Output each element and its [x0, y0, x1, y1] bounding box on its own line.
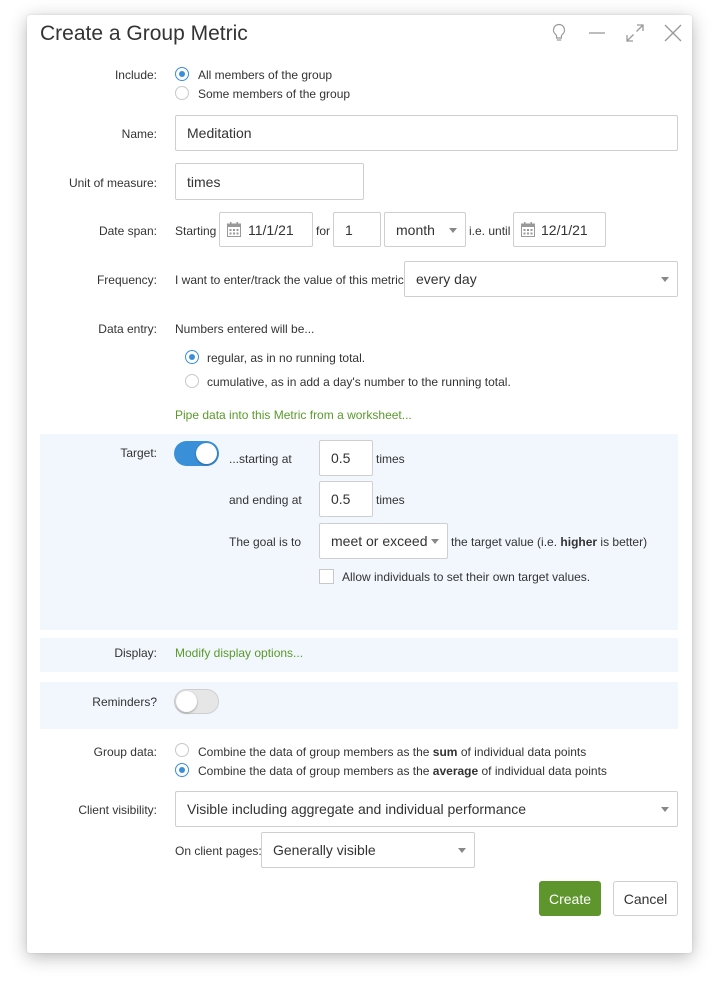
create-group-metric-dialog: Create a Group Metric Include: All membe…: [27, 15, 692, 953]
start-date-value: 11/1/21: [248, 221, 294, 238]
maximize-icon[interactable]: [623, 21, 647, 45]
allow-individuals-label: Allow individuals to set their own targe…: [342, 570, 591, 584]
include-all-radio[interactable]: [175, 67, 189, 81]
starting-label: Starting: [175, 224, 217, 238]
allow-individuals-checkbox[interactable]: [319, 569, 334, 584]
chevron-down-icon: [661, 277, 669, 282]
modify-display-link[interactable]: Modify display options...: [175, 646, 303, 660]
dialog-title: Create a Group Metric: [40, 22, 248, 45]
close-icon[interactable]: [661, 21, 685, 45]
data-entry-regular-radio[interactable]: [185, 350, 199, 364]
target-starting-label: ...starting at: [229, 452, 292, 466]
period-select[interactable]: month: [384, 212, 466, 247]
goal-select[interactable]: meet or exceed: [319, 523, 448, 559]
target-toggle[interactable]: [174, 441, 219, 466]
reminders-toggle[interactable]: [174, 689, 219, 714]
include-some-label: Some members of the group: [198, 87, 351, 101]
display-label: Display:: [114, 646, 157, 660]
group-data-label: Group data:: [93, 745, 157, 759]
frequency-label: Frequency:: [96, 273, 157, 287]
chevron-down-icon: [661, 807, 669, 812]
client-pages-label: On client pages:: [175, 844, 262, 858]
client-visibility-value: Visible including aggregate and individu…: [187, 801, 527, 817]
lightbulb-icon[interactable]: [547, 21, 571, 45]
include-all-label: All members of the group: [198, 68, 333, 82]
group-data-average-radio[interactable]: [175, 763, 189, 777]
end-date-value: 12/1/21: [541, 221, 588, 238]
chevron-down-icon: [431, 539, 439, 544]
client-pages-value: Generally visible: [273, 842, 376, 858]
count-input[interactable]: 1: [333, 212, 381, 247]
for-label: for: [316, 224, 331, 238]
until-label: i.e. until: [469, 224, 511, 238]
goal-suffix: the target value (i.e. higher is better): [451, 535, 648, 549]
calendar-icon: [227, 222, 241, 240]
calendar-icon: [521, 222, 535, 240]
group-data-average-label: Combine the data of group members as the…: [198, 764, 607, 778]
client-visibility-select[interactable]: Visible including aggregate and individu…: [175, 791, 678, 827]
frequency-value: every day: [416, 271, 477, 287]
group-data-sum-radio[interactable]: [175, 743, 189, 757]
chevron-down-icon: [449, 227, 457, 233]
minimize-icon[interactable]: [585, 21, 609, 45]
data-entry-label: Data entry:: [98, 322, 157, 336]
client-pages-select[interactable]: Generally visible: [261, 832, 475, 868]
cancel-button[interactable]: Cancel: [613, 881, 678, 916]
date-span-label: Date span:: [98, 224, 157, 238]
target-label: Target:: [120, 446, 157, 460]
goal-label: The goal is to: [229, 535, 302, 549]
period-value: month: [396, 221, 435, 238]
client-visibility-label: Client visibility:: [78, 803, 157, 817]
frequency-text: I want to enter/track the value of this …: [175, 273, 404, 287]
start-date-input[interactable]: 11/1/21: [219, 212, 313, 247]
frequency-select[interactable]: every day: [404, 261, 678, 297]
toggle-knob: [196, 443, 217, 464]
data-entry-cumulative-radio[interactable]: [185, 374, 199, 388]
name-input[interactable]: Meditation: [175, 115, 678, 151]
toggle-knob: [176, 691, 197, 712]
goal-value: meet or exceed: [331, 533, 428, 549]
target-starting-unit: times: [376, 452, 405, 466]
pipe-data-link[interactable]: Pipe data into this Metric from a worksh…: [175, 408, 412, 422]
end-date-input[interactable]: 12/1/21: [513, 212, 606, 247]
chevron-down-icon: [458, 848, 466, 853]
include-some-radio[interactable]: [175, 86, 189, 100]
target-ending-label: and ending at: [229, 493, 302, 507]
group-data-sum-label: Combine the data of group members as the…: [198, 745, 587, 759]
include-label: Include:: [114, 68, 157, 82]
target-ending-unit: times: [376, 493, 405, 507]
unit-input[interactable]: times: [175, 163, 364, 200]
target-starting-input[interactable]: 0.5: [319, 440, 373, 476]
unit-label: Unit of measure:: [68, 176, 157, 190]
create-button[interactable]: Create: [539, 881, 601, 916]
data-entry-cumulative-label: cumulative, as in add a day's number to …: [207, 375, 511, 389]
name-label: Name:: [121, 127, 157, 141]
reminders-label: Reminders?: [92, 695, 157, 709]
data-entry-regular-label: regular, as in no running total.: [207, 351, 366, 365]
data-entry-intro: Numbers entered will be...: [175, 322, 315, 336]
target-ending-input[interactable]: 0.5: [319, 481, 373, 517]
